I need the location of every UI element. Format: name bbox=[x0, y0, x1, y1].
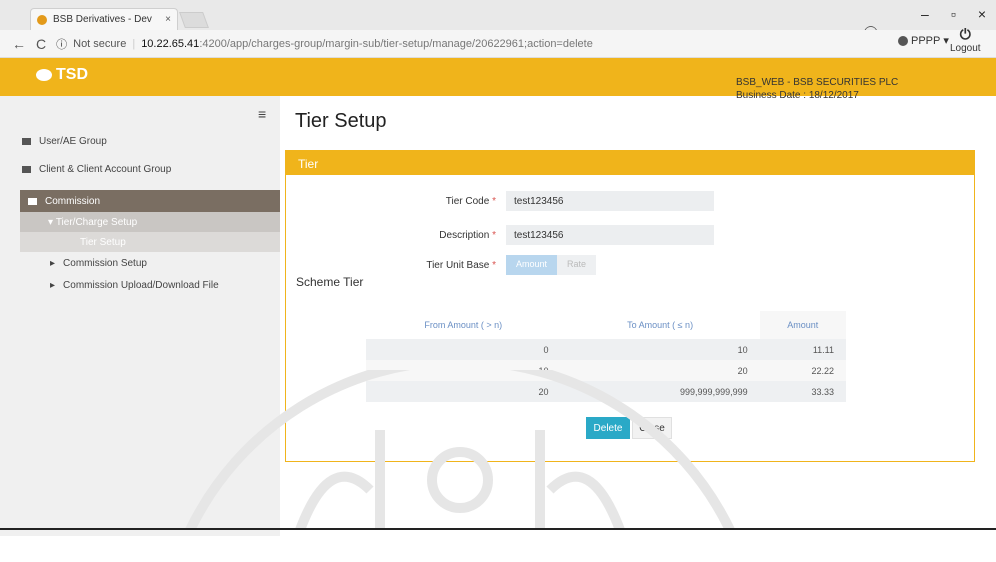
sidebar-item-label: Tier Setup bbox=[80, 236, 126, 248]
not-secure-label: Not secure bbox=[73, 37, 127, 50]
sidebar-item-label: Commission Upload/Download File bbox=[63, 280, 219, 291]
unit-base-row: Tier Unit Base * Amount Rate bbox=[286, 255, 597, 275]
business-date: Business Date : 18/12/2017 bbox=[736, 90, 859, 101]
sidebar-item-label: Commission bbox=[45, 195, 101, 207]
table-header-row: From Amount ( > n) To Amount ( ≤ n) Amou… bbox=[366, 311, 846, 339]
sidebar-item-tier-setup[interactable]: Tier Setup bbox=[20, 232, 280, 252]
sidebar-item-label: Client & Client Account Group bbox=[39, 164, 172, 175]
sidebar-item-label: User/AE Group bbox=[39, 136, 107, 147]
unit-base-toggle: Amount Rate bbox=[506, 255, 597, 275]
table-row: 0 10 11.11 bbox=[366, 339, 846, 360]
tab-close-icon[interactable]: × bbox=[165, 14, 171, 25]
reload-icon[interactable]: C bbox=[36, 36, 46, 52]
unit-base-rate-option[interactable]: Rate bbox=[557, 255, 597, 275]
column-header: Amount bbox=[759, 311, 846, 339]
page-title: Tier Setup bbox=[295, 110, 387, 132]
url-field[interactable]: ⓘ Not secure | 10.22.65.41:4200/app/char… bbox=[56, 36, 593, 52]
scheme-tier-title: Scheme Tier bbox=[296, 275, 364, 289]
business-info: BSB_WEB - BSB SECURITIES PLC Business Da… bbox=[736, 76, 898, 102]
description-row: Description * bbox=[286, 225, 714, 245]
address-bar: ← C ⓘ Not secure | 10.22.65.41:4200/app/… bbox=[0, 30, 996, 58]
sidebar-item-label: Tier/Charge Setup bbox=[55, 216, 138, 228]
sidebar-toggle-icon[interactable]: ≡ bbox=[258, 106, 266, 122]
column-header: From Amount ( > n) bbox=[366, 311, 561, 339]
unit-base-label: Tier Unit Base * bbox=[426, 259, 496, 271]
maximize-icon[interactable]: ▫ bbox=[951, 6, 956, 22]
tier-code-field[interactable] bbox=[506, 191, 714, 211]
logo-icon bbox=[36, 69, 52, 81]
sidebar-item-label: Commission Setup bbox=[63, 258, 147, 269]
logout-label: Logout bbox=[950, 43, 981, 54]
window-controls: – ▫ × bbox=[921, 6, 986, 22]
folder-open-icon bbox=[28, 197, 37, 205]
site-favicon-icon bbox=[37, 14, 47, 25]
caret-down-icon: ▾ bbox=[48, 216, 56, 228]
sidebar-item-commission-setup[interactable]: ▸ Commission Setup bbox=[50, 258, 147, 269]
table-cell: 0 bbox=[366, 339, 561, 360]
close-window-icon[interactable]: × bbox=[978, 6, 986, 22]
app-logo[interactable]: TSD bbox=[36, 66, 88, 84]
company-name: BSB_WEB - BSB SECURITIES PLC bbox=[736, 77, 899, 88]
table-cell: 11.11 bbox=[759, 339, 846, 360]
url-path: :4200/app/charges-group/margin-sub/tier-… bbox=[199, 37, 593, 50]
table-cell: 33.33 bbox=[759, 381, 846, 402]
url-host: 10.22.65.41 bbox=[141, 37, 200, 50]
page-divider bbox=[0, 528, 996, 530]
tier-code-label: Tier Code * bbox=[445, 195, 496, 207]
column-header: To Amount ( ≤ n) bbox=[560, 311, 760, 339]
sidebar-item-commission[interactable]: Commission bbox=[20, 190, 280, 212]
app-header: TSD BSB_WEB - BSB SECURITIES PLC Busines… bbox=[0, 58, 996, 101]
sidebar-item-user-ae-group[interactable]: User/AE Group bbox=[22, 136, 107, 147]
logo-text: TSD bbox=[56, 66, 88, 83]
table-cell: 22.22 bbox=[759, 360, 846, 381]
sidebar-item-commission-upload[interactable]: ▸ Commission Upload/Download File bbox=[50, 280, 219, 291]
sidebar-item-client-group[interactable]: Client & Client Account Group bbox=[22, 164, 171, 175]
description-field[interactable] bbox=[506, 225, 714, 245]
user-menu[interactable]: PPPP ▾ bbox=[898, 34, 949, 47]
power-icon: ⏻ bbox=[959, 26, 971, 42]
tier-code-row: Tier Code * bbox=[286, 191, 714, 211]
unit-base-amount-option[interactable]: Amount bbox=[506, 255, 558, 275]
folder-icon bbox=[22, 138, 31, 145]
caret-right-icon: ▸ bbox=[50, 258, 56, 269]
info-icon[interactable]: ⓘ bbox=[56, 36, 67, 52]
browser-tab[interactable]: BSB Derivatives - Dev × bbox=[30, 8, 178, 30]
folder-icon bbox=[22, 166, 31, 173]
logout-button[interactable]: ⏻ Logout bbox=[950, 26, 981, 54]
table-cell: 10 bbox=[560, 339, 760, 360]
watermark-emblem bbox=[185, 370, 735, 530]
back-icon[interactable]: ← bbox=[12, 36, 26, 52]
caret-down-icon: ▾ bbox=[943, 35, 949, 47]
caret-right-icon: ▸ bbox=[50, 280, 56, 291]
new-tab-button[interactable] bbox=[179, 12, 209, 28]
panel-title: Tier bbox=[286, 151, 974, 175]
user-avatar-icon bbox=[898, 35, 908, 46]
description-label: Description * bbox=[439, 229, 496, 241]
user-name: PPPP bbox=[911, 34, 941, 47]
browser-tabstrip: BSB Derivatives - Dev × – ▫ × ◯ bbox=[0, 0, 996, 39]
minimize-icon[interactable]: – bbox=[921, 6, 929, 22]
tab-title: BSB Derivatives - Dev bbox=[53, 14, 152, 25]
sidebar-item-tier-charge-setup[interactable]: ▾ Tier/Charge Setup bbox=[20, 212, 280, 232]
